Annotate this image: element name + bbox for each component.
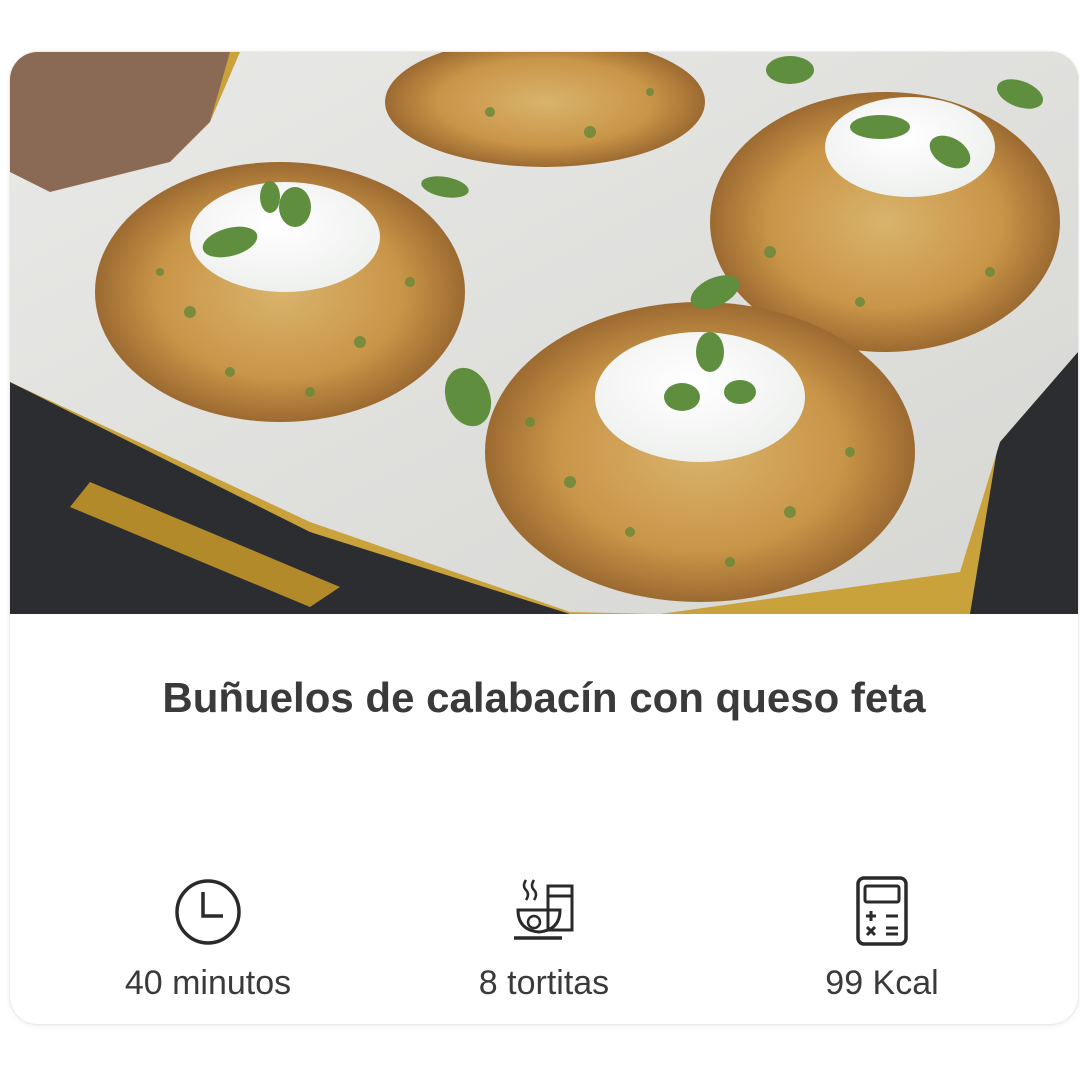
stat-calories-label: 99 Kcal xyxy=(825,964,939,1002)
recipe-stats: 40 minutos 8 tortitas 99 Kcal xyxy=(10,872,1078,1012)
stat-time: 40 minutos xyxy=(58,872,358,1003)
calculator-icon xyxy=(856,876,908,946)
stat-calories: 99 Kcal xyxy=(732,872,1032,1003)
recipe-card[interactable]: Buñuelos de calabacín con queso feta 40 … xyxy=(10,52,1078,1024)
clock-icon xyxy=(175,879,241,945)
recipe-photo[interactable] xyxy=(10,52,1078,614)
recipe-title[interactable]: Buñuelos de calabacín con queso feta xyxy=(10,674,1078,722)
stat-servings-label: 8 tortitas xyxy=(478,964,610,1002)
stat-time-label: 40 minutos xyxy=(124,964,292,1002)
bowl-icon xyxy=(514,879,574,940)
stat-servings: 8 tortitas xyxy=(394,872,694,1003)
